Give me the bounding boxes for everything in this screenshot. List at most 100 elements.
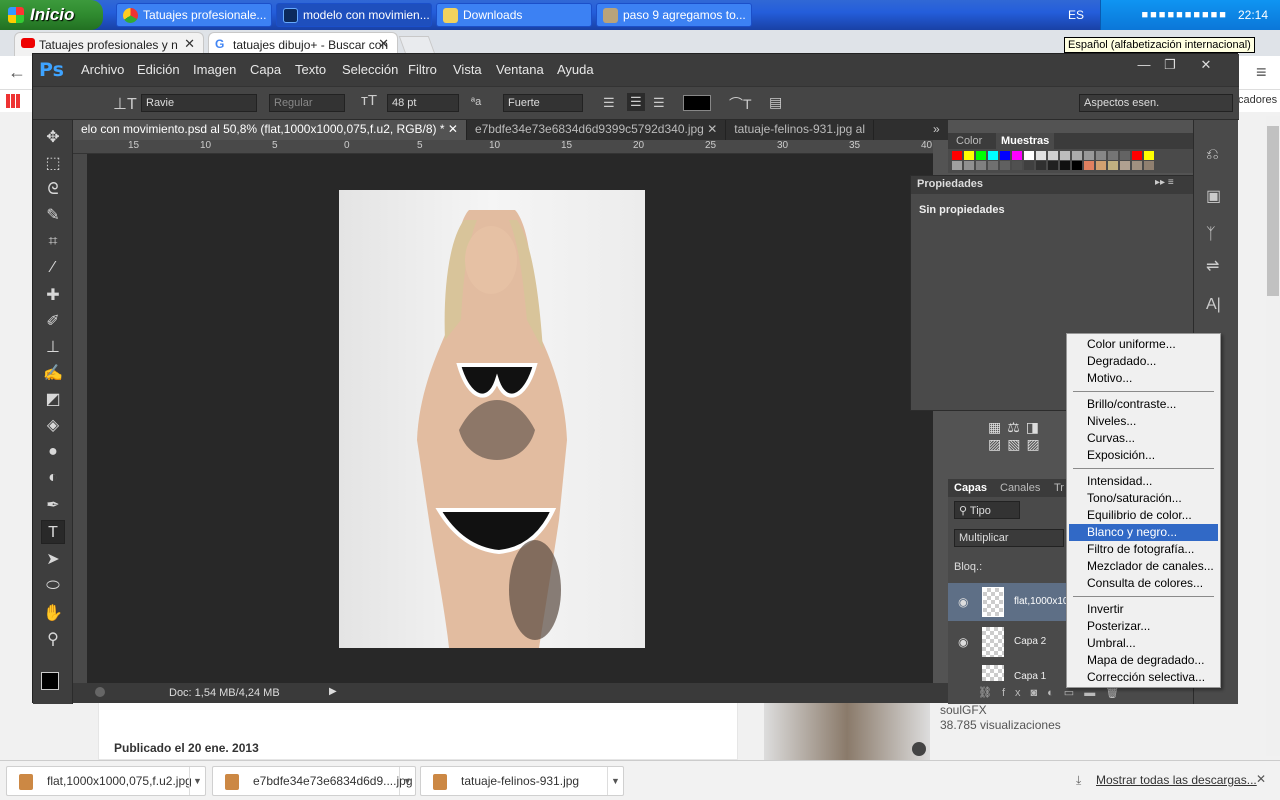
bookmark-other[interactable]: cadores	[1238, 94, 1277, 106]
shape-tool-icon[interactable]: ⬭	[41, 574, 65, 598]
swatch[interactable]	[1108, 151, 1118, 160]
quick-select-tool-icon[interactable]: ✎	[41, 204, 65, 228]
character-icon[interactable]: A|	[1206, 296, 1221, 314]
font-family-select[interactable]: Ravie	[141, 94, 257, 112]
menu-capa[interactable]: Capa	[250, 62, 281, 77]
menu-item[interactable]: Mapa de degradado...	[1069, 652, 1218, 669]
document-image[interactable]	[339, 190, 645, 648]
align-right-icon[interactable]: ☰	[653, 95, 665, 111]
swatch[interactable]	[1060, 161, 1070, 170]
taskbar-item-downloads[interactable]: Downloads	[436, 3, 592, 27]
layer-filter-select[interactable]: ⚲ Tipo	[954, 501, 1020, 519]
workspace-select[interactable]: Aspectos esen.	[1079, 94, 1233, 112]
download-item-2[interactable]: e7bdfe34e73e6834d6d9....jpg ▼	[212, 766, 416, 796]
swatch[interactable]	[1036, 161, 1046, 170]
tab-paths[interactable]: Tr	[1054, 482, 1064, 494]
menu-item[interactable]: Filtro de fotografía...	[1069, 541, 1218, 558]
chrome-menu-icon[interactable]: ≡	[1256, 62, 1267, 83]
menu-seleccion[interactable]: Selección	[342, 62, 398, 77]
type-tool-icon[interactable]: T	[41, 520, 65, 544]
path-selection-tool-icon[interactable]: ➤	[41, 548, 65, 572]
brush-presets-icon[interactable]: ᛉ	[1206, 226, 1216, 244]
close-downloads-icon[interactable]: ✕	[1256, 772, 1266, 786]
close-doc-icon[interactable]: ✕	[707, 122, 717, 136]
swatch[interactable]	[1144, 151, 1154, 160]
menu-item[interactable]: Degradado...	[1069, 353, 1218, 370]
tray-icons[interactable]: ■■■■■■■■■■	[1142, 9, 1228, 21]
text-color-swatch[interactable]	[683, 95, 711, 111]
menu-imagen[interactable]: Imagen	[193, 62, 236, 77]
taskbar-item-step9[interactable]: paso 9 agregamos to...	[596, 3, 752, 27]
swatch[interactable]	[988, 151, 998, 160]
warp-text-icon[interactable]: ⌒T	[729, 94, 752, 114]
close-tab-icon[interactable]: ✕	[184, 36, 195, 52]
menu-item[interactable]: Equilibrio de color...	[1069, 507, 1218, 524]
menu-texto[interactable]: Texto	[295, 62, 326, 77]
close-button[interactable]: ✕	[1195, 57, 1217, 73]
swatches-grid[interactable]	[948, 149, 1193, 173]
related-channel[interactable]: soulGFX	[940, 703, 987, 717]
menu-item[interactable]: Motivo...	[1069, 370, 1218, 387]
status-arrow-icon[interactable]: ▶	[329, 686, 337, 697]
swatch[interactable]	[1024, 151, 1034, 160]
adjustments-dock-icon[interactable]: ⇌	[1206, 256, 1219, 276]
swatch[interactable]	[1012, 161, 1022, 170]
tab-channels[interactable]: Canales	[1000, 482, 1040, 494]
dodge-tool-icon[interactable]: ◐	[41, 466, 65, 490]
healing-brush-tool-icon[interactable]: ✚	[41, 284, 65, 308]
antialias-select[interactable]: Fuerte	[503, 94, 583, 112]
menu-item[interactable]: Tono/saturación...	[1069, 490, 1218, 507]
menu-ayuda[interactable]: Ayuda	[557, 62, 594, 77]
canvas-area[interactable]	[87, 154, 933, 684]
history-brush-tool-icon[interactable]: ✍	[41, 362, 65, 386]
related-video-thumbnail[interactable]	[764, 703, 930, 760]
swatch[interactable]	[1024, 161, 1034, 170]
menu-item[interactable]: Mezclador de canales...	[1069, 558, 1218, 575]
menu-vista[interactable]: Vista	[453, 62, 482, 77]
close-doc-icon[interactable]: ✕	[448, 122, 458, 136]
brush-tool-icon[interactable]: ✐	[41, 310, 65, 334]
layer-name[interactable]: Capa 1	[1014, 671, 1046, 681]
swatch[interactable]	[1132, 151, 1142, 160]
crop-tool-icon[interactable]: ⌗	[41, 230, 65, 254]
menu-item[interactable]: Posterizar...	[1069, 618, 1218, 635]
tab-color[interactable]: Color	[956, 135, 982, 147]
font-style-select[interactable]: Regular	[269, 94, 345, 112]
scrollbar-thumb[interactable]	[1267, 126, 1279, 296]
minimize-button[interactable]: —	[1133, 57, 1155, 73]
swatch[interactable]	[1048, 151, 1058, 160]
blur-tool-icon[interactable]: ●	[41, 440, 65, 464]
taskbar-item-chrome-1[interactable]: Tatuajes profesionale...	[116, 3, 272, 27]
swatch[interactable]	[964, 161, 974, 170]
visibility-eye-icon[interactable]: ◉	[958, 595, 968, 609]
eraser-tool-icon[interactable]: ◩	[41, 388, 65, 412]
move-tool-icon[interactable]: ✥	[41, 126, 65, 150]
swatch[interactable]	[976, 161, 986, 170]
swatch[interactable]	[1072, 151, 1082, 160]
menu-item[interactable]: Invertir	[1069, 601, 1218, 618]
swatch[interactable]	[976, 151, 986, 160]
chevron-down-icon[interactable]: ▼	[189, 767, 205, 795]
doc-tab-active[interactable]: elo con movimiento.psd al 50,8% (flat,10…	[73, 120, 467, 140]
swatch[interactable]	[1000, 151, 1010, 160]
menu-edicion[interactable]: Edición	[137, 62, 180, 77]
eyedropper-tool-icon[interactable]: ⁄	[41, 256, 65, 280]
clone-stamp-tool-icon[interactable]: ⊥	[41, 336, 65, 360]
show-all-downloads-link[interactable]: Mostrar todas las descargas...	[1096, 773, 1257, 787]
status-icon[interactable]	[95, 687, 105, 697]
swatch[interactable]	[1012, 151, 1022, 160]
menu-item[interactable]: Color uniforme...	[1069, 336, 1218, 353]
character-panel-icon[interactable]: ▤	[769, 94, 782, 111]
layer-name[interactable]: Capa 2	[1014, 636, 1046, 647]
font-size-select[interactable]: 48 pt	[387, 94, 459, 112]
properties-icon[interactable]: ▣	[1206, 186, 1221, 206]
marquee-tool-icon[interactable]: ⬚	[41, 152, 65, 176]
type-tool-orientation-icon[interactable]: ⊥T	[113, 94, 137, 114]
doc-tab-3[interactable]: tatuaje-felinos-931.jpg al	[726, 120, 875, 140]
menu-item[interactable]: Curvas...	[1069, 430, 1218, 447]
taskbar-item-photoshop[interactable]: modelo con movimien...	[276, 3, 432, 27]
clock[interactable]: 22:14	[1238, 8, 1268, 22]
align-center-icon[interactable]: ☰	[627, 93, 645, 111]
menu-archivo[interactable]: Archivo	[81, 62, 124, 77]
more-tabs-icon[interactable]: »	[933, 122, 940, 136]
